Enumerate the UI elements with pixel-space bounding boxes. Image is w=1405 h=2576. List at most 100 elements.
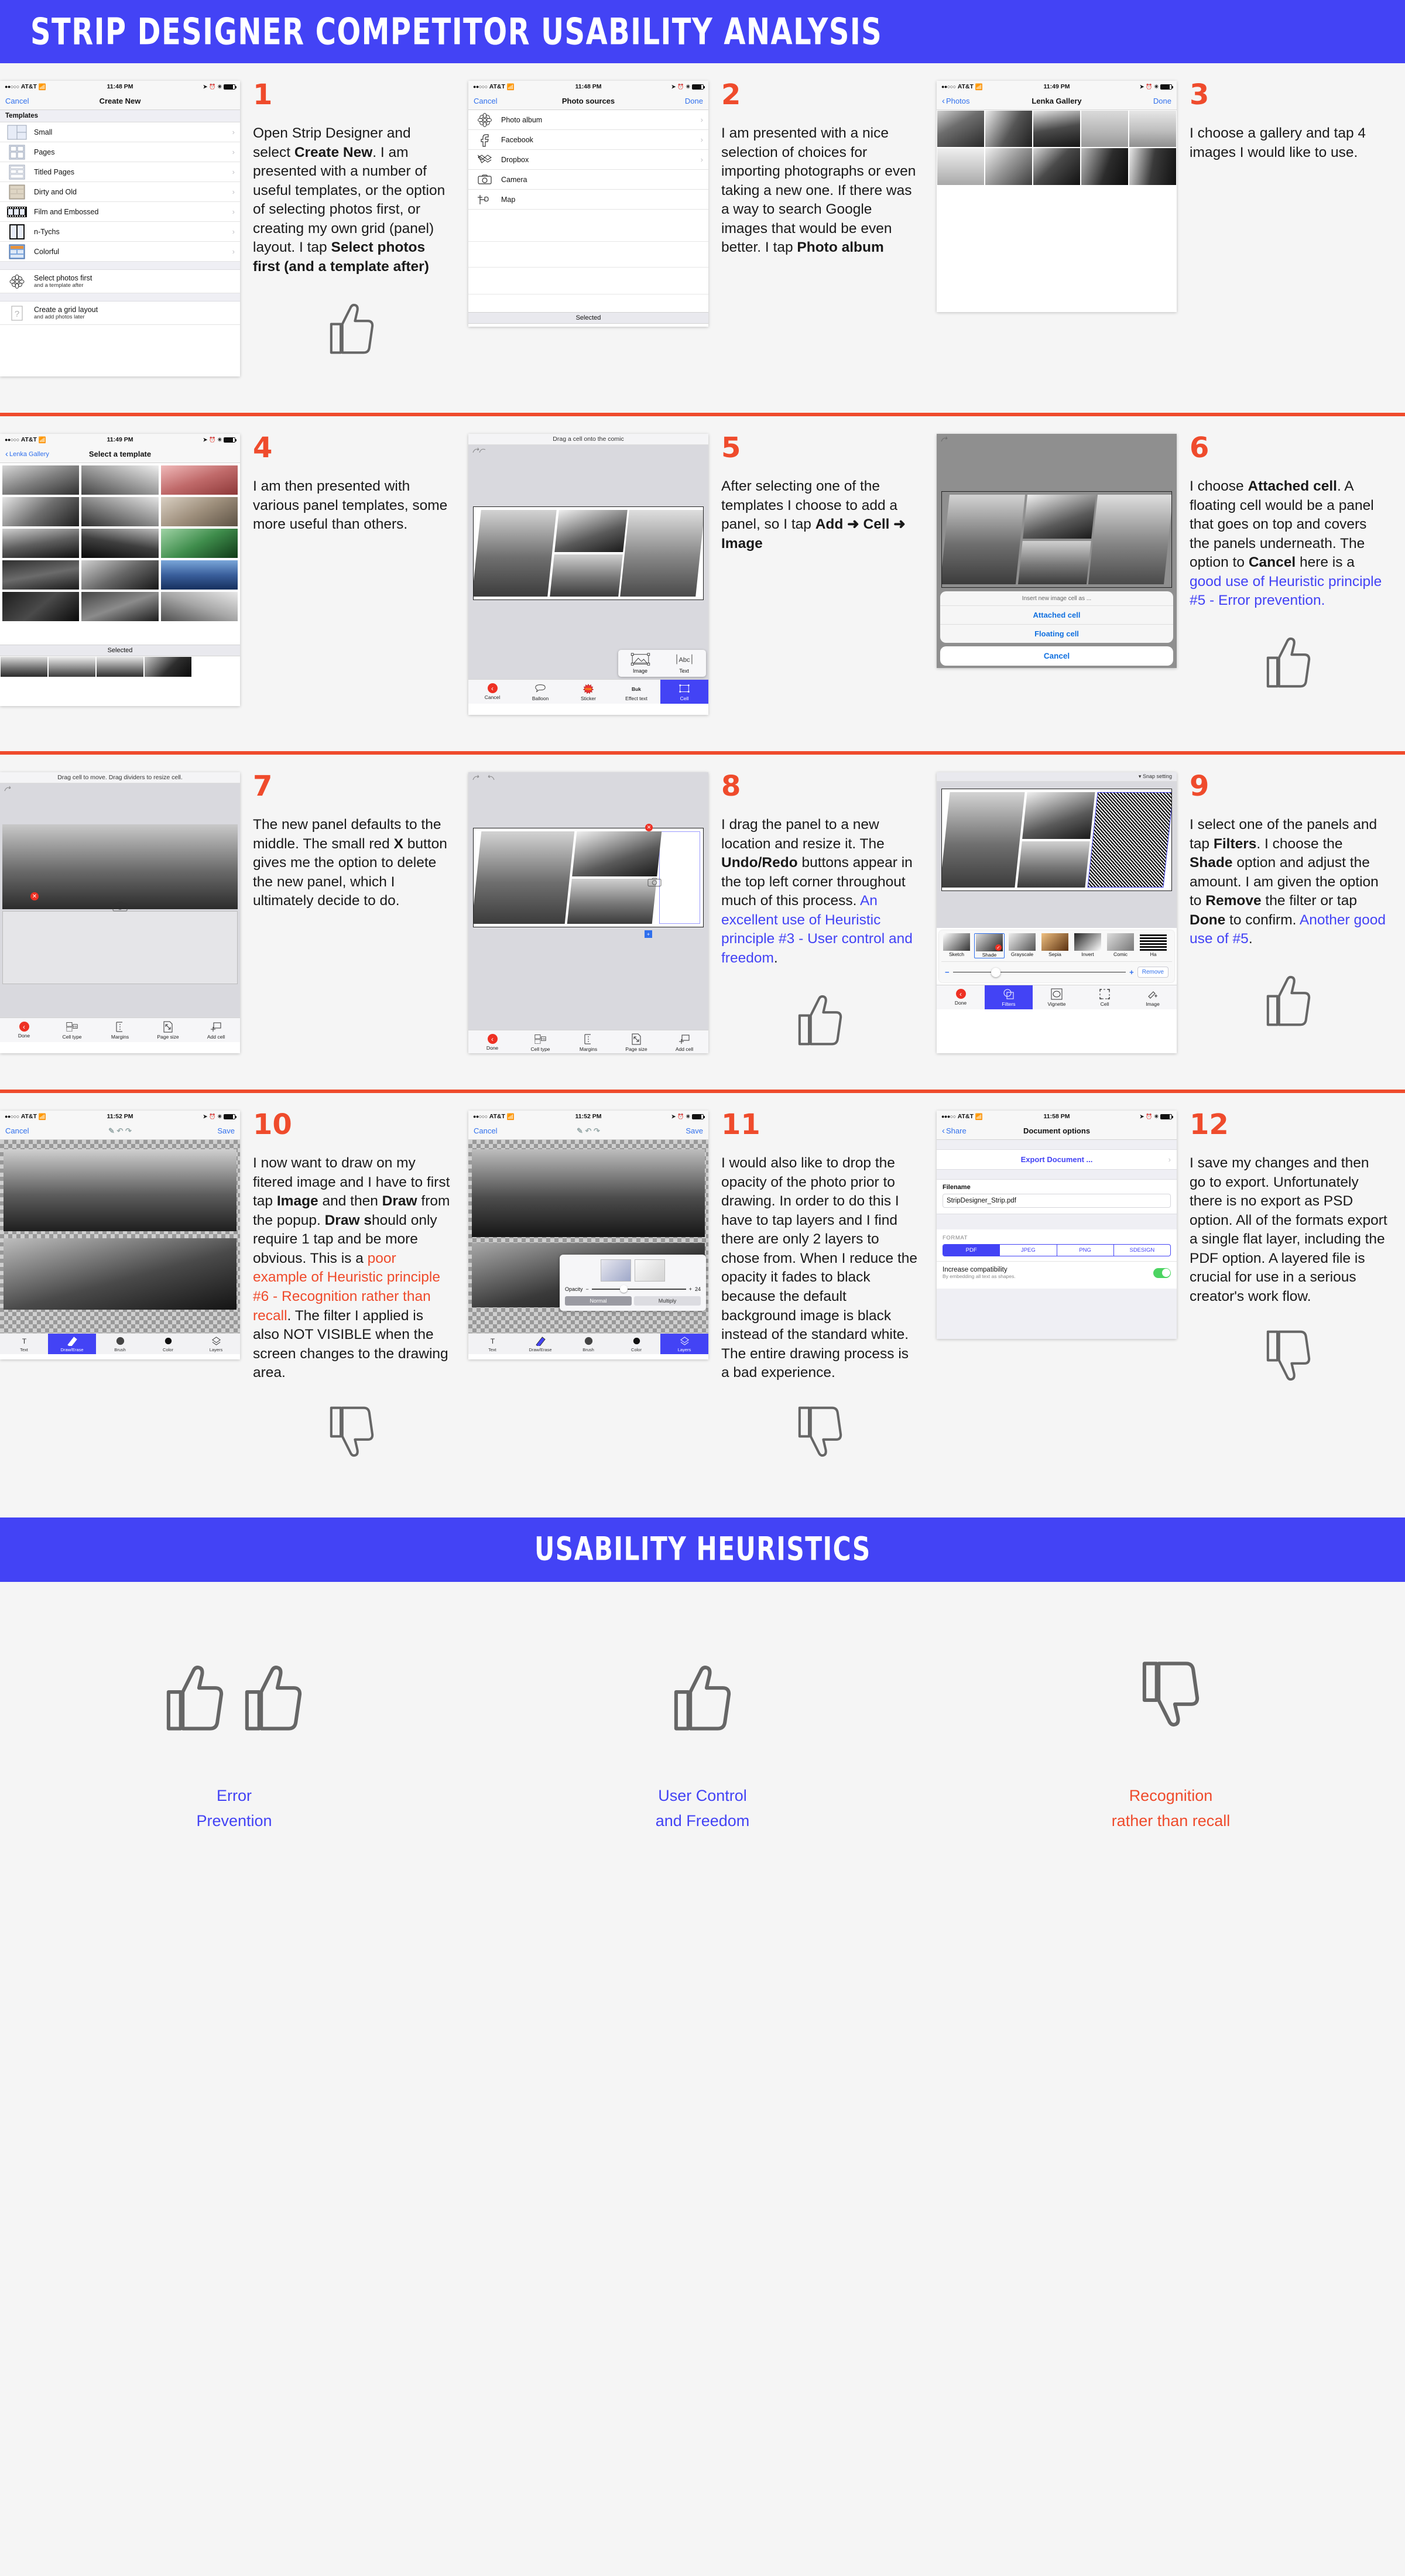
filter-amount-slider[interactable] bbox=[952, 967, 1126, 977]
template-thumbnail-grid[interactable] bbox=[0, 463, 240, 624]
template-option[interactable] bbox=[160, 465, 238, 495]
source-row-camera[interactable]: Camera bbox=[468, 170, 708, 190]
source-row-map[interactable]: Map bbox=[468, 190, 708, 210]
template-row-film[interactable]: Film and Embossed › bbox=[0, 202, 240, 222]
toolbar-vignette[interactable]: Vignette bbox=[1033, 985, 1081, 1009]
toolbar-add-cell[interactable]: Add cell bbox=[192, 1018, 240, 1042]
cancel-button[interactable]: Cancel bbox=[474, 97, 497, 105]
toolbar-image[interactable]: Image bbox=[1129, 985, 1177, 1009]
comic-panel[interactable] bbox=[474, 831, 575, 924]
comic-panel[interactable] bbox=[567, 879, 657, 924]
save-button[interactable]: Save bbox=[686, 1126, 703, 1135]
comic-panel[interactable] bbox=[1017, 540, 1091, 584]
gallery-photo[interactable] bbox=[1081, 111, 1128, 148]
template-row-dirty-old[interactable]: Dirty and Old › bbox=[0, 182, 240, 202]
toolbar-done[interactable]: ‹ Done bbox=[937, 985, 985, 1009]
template-option[interactable] bbox=[160, 497, 238, 526]
undo-redo-icon[interactable] bbox=[471, 447, 486, 455]
slider-knob[interactable] bbox=[620, 1285, 628, 1293]
toolbar-balloon[interactable]: Balloon bbox=[516, 680, 564, 704]
layers-opacity-popup[interactable]: Opacity − + 24 Normal Multiply bbox=[560, 1255, 706, 1311]
source-row-photo-album[interactable]: Photo album › bbox=[468, 110, 708, 130]
template-option[interactable] bbox=[160, 592, 238, 621]
done-button[interactable]: Done bbox=[1153, 97, 1171, 105]
gallery-photo[interactable] bbox=[937, 111, 984, 148]
option-create-grid-layout[interactable]: ? Create a grid layout and add photos la… bbox=[0, 302, 240, 325]
toolbar-margins[interactable]: Margins bbox=[96, 1018, 144, 1042]
filter-invert[interactable]: Invert bbox=[1072, 933, 1103, 958]
layer-thumb[interactable] bbox=[601, 1259, 631, 1282]
draw-toolbar-color[interactable]: Color bbox=[612, 1334, 660, 1354]
delete-panel-button[interactable]: ✕ bbox=[645, 824, 653, 831]
template-option[interactable] bbox=[81, 529, 159, 558]
selected-photo[interactable] bbox=[49, 657, 95, 677]
selected-photo[interactable] bbox=[97, 657, 143, 677]
action-sheet[interactable]: Insert new image cell as ... Attached ce… bbox=[940, 591, 1173, 666]
comic-panel-empty[interactable] bbox=[2, 911, 238, 984]
gallery-photo[interactable] bbox=[1033, 148, 1080, 185]
template-row-titled-pages[interactable]: Titled Pages › bbox=[0, 162, 240, 182]
undo-redo-icon[interactable] bbox=[3, 785, 18, 793]
draw-toolbar-layers[interactable]: Layers bbox=[192, 1334, 240, 1354]
draw-toolbar[interactable]: T Text Draw/Erase Brush Color Layers bbox=[468, 1333, 708, 1354]
filter-strip[interactable]: Sketch ✓ Shade Grayscale Sepia Invert Com… bbox=[941, 933, 1172, 960]
toolbar-cancel[interactable]: ‹ Cancel bbox=[468, 680, 516, 704]
draw-toolbar-layers[interactable]: Layers bbox=[660, 1334, 708, 1354]
canvas-image[interactable] bbox=[4, 1149, 237, 1231]
gallery-photo[interactable] bbox=[1081, 148, 1128, 185]
gallery-photo[interactable] bbox=[937, 148, 984, 185]
minus-icon[interactable]: − bbox=[945, 968, 950, 977]
template-option[interactable] bbox=[2, 465, 80, 495]
cancel-button[interactable]: Cancel bbox=[5, 97, 29, 105]
comic-panel[interactable] bbox=[1017, 841, 1090, 888]
source-row-facebook[interactable]: Facebook › bbox=[468, 130, 708, 150]
toolbar-cell-type[interactable]: Abc Cell type bbox=[48, 1018, 96, 1042]
opacity-row[interactable]: Opacity − + 24 bbox=[563, 1284, 703, 1294]
comic-panel[interactable] bbox=[572, 831, 662, 876]
back-to-share-button[interactable]: ‹ Share bbox=[942, 1126, 967, 1135]
blend-mode-normal[interactable]: Normal bbox=[565, 1296, 632, 1306]
filter-grayscale[interactable]: Grayscale bbox=[1007, 933, 1037, 958]
canvas-image[interactable] bbox=[472, 1149, 705, 1237]
comic-panel[interactable] bbox=[942, 495, 1025, 584]
draw-toolbar-text[interactable]: T Text bbox=[468, 1334, 516, 1354]
toolbar-cell[interactable]: Cell bbox=[1081, 985, 1129, 1009]
format-option-pdf[interactable]: PDF bbox=[943, 1245, 1000, 1256]
gallery-photo[interactable] bbox=[1129, 111, 1176, 148]
blend-mode-row[interactable]: Normal Multiply bbox=[563, 1294, 703, 1308]
toolbar-done[interactable]: ‹ Done bbox=[468, 1030, 516, 1053]
gallery-photo-grid[interactable] bbox=[937, 110, 1177, 186]
filename-input[interactable]: StripDesigner_Strip.pdf bbox=[943, 1194, 1171, 1208]
comic-panel[interactable] bbox=[474, 510, 557, 597]
new-panel-selected[interactable] bbox=[659, 831, 700, 924]
cancel-button[interactable]: Cancel bbox=[940, 646, 1173, 666]
drawing-canvas[interactable]: Opacity − + 24 Normal Multiply bbox=[468, 1140, 708, 1333]
toolbar-page-size[interactable]: Page size bbox=[612, 1030, 660, 1053]
popup-text-option[interactable]: Abc Text bbox=[662, 653, 706, 674]
format-option-png[interactable]: PNG bbox=[1057, 1245, 1114, 1256]
gallery-photo[interactable] bbox=[1033, 111, 1080, 148]
template-option[interactable] bbox=[2, 592, 80, 621]
filter-amount-slider-row[interactable]: − + Remove bbox=[941, 961, 1172, 980]
snap-setting-button[interactable]: ▾ Snap setting bbox=[937, 772, 1177, 782]
slider-knob[interactable] bbox=[991, 967, 1000, 977]
plus-icon[interactable]: + bbox=[689, 1286, 692, 1292]
comic-panel[interactable] bbox=[942, 792, 1025, 888]
template-option[interactable] bbox=[81, 497, 159, 526]
toolbar-page-size[interactable]: Page size bbox=[144, 1018, 192, 1042]
compat-toggle[interactable] bbox=[1153, 1268, 1171, 1278]
cancel-button[interactable]: Cancel bbox=[5, 1126, 29, 1135]
toolbar-margins[interactable]: Margins bbox=[564, 1030, 612, 1053]
editor-toolbar[interactable]: ‹ Done Abc Cell type Margins Page size Add… bbox=[468, 1030, 708, 1053]
comic-panel[interactable] bbox=[1022, 495, 1096, 539]
gallery-photo[interactable] bbox=[1129, 148, 1176, 185]
filter-sketch[interactable]: Sketch bbox=[941, 933, 972, 958]
comic-panel[interactable] bbox=[620, 510, 703, 597]
option-select-photos-first[interactable]: Select photos first and a template after bbox=[0, 270, 240, 293]
back-to-photos-button[interactable]: ‹ Photos bbox=[942, 97, 969, 105]
template-option[interactable] bbox=[160, 529, 238, 558]
template-option[interactable] bbox=[2, 529, 80, 558]
back-to-gallery-button[interactable]: ‹ Lenka Gallery bbox=[5, 450, 49, 458]
draw-toolbar-draw-erase[interactable]: Draw/Erase bbox=[516, 1334, 564, 1354]
attached-cell-button[interactable]: Attached cell bbox=[940, 606, 1173, 625]
